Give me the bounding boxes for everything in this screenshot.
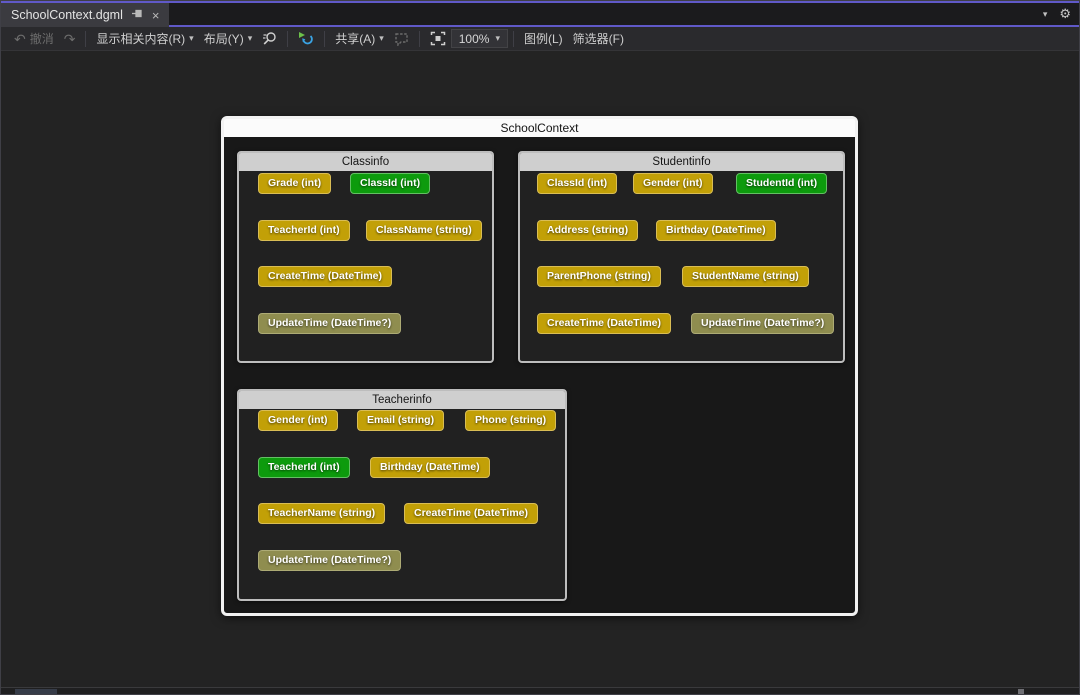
zoom-level-combobox[interactable]: 100% ▾ bbox=[451, 29, 508, 48]
node[interactable]: UpdateTime (DateTime?) bbox=[258, 313, 401, 334]
redo-icon: ↷ bbox=[64, 32, 76, 46]
node[interactable]: UpdateTime (DateTime?) bbox=[691, 313, 834, 334]
fit-to-screen-icon bbox=[430, 31, 446, 46]
chevron-down-icon: ▾ bbox=[495, 33, 500, 44]
node[interactable]: TeacherId (int) bbox=[258, 220, 350, 241]
tab-title: SchoolContext.dgml bbox=[11, 8, 123, 22]
toolbar-separator bbox=[324, 31, 325, 47]
group-title[interactable]: Studentinfo bbox=[520, 153, 843, 173]
node[interactable]: Phone (string) bbox=[465, 410, 556, 431]
tab-schoolcontext-dgml[interactable]: SchoolContext.dgml × bbox=[1, 3, 169, 27]
show-related-label: 显示相关内容(R) bbox=[96, 30, 185, 47]
toolbar-separator bbox=[419, 31, 420, 47]
toolbar-separator bbox=[85, 31, 86, 47]
diagram-canvas[interactable]: SchoolContext ClassinfoGrade (int) ClassI… bbox=[1, 51, 1079, 688]
chevron-down-icon: ▾ bbox=[248, 33, 253, 44]
toolbar-separator bbox=[513, 31, 514, 47]
diagram-container[interactable]: SchoolContext ClassinfoGrade (int) ClassI… bbox=[221, 116, 858, 616]
filter-label: 筛选器(F) bbox=[573, 30, 624, 47]
node[interactable]: ClassId (int) bbox=[537, 173, 617, 194]
legend-button[interactable]: 图例(L) bbox=[519, 29, 568, 49]
zoom-select-button[interactable] bbox=[257, 29, 282, 49]
node[interactable]: Address (string) bbox=[537, 220, 638, 241]
comment-icon bbox=[394, 32, 409, 46]
comment-button[interactable] bbox=[389, 29, 414, 49]
toolbar-separator bbox=[287, 31, 288, 47]
node[interactable]: CreateTime (DateTime) bbox=[404, 503, 538, 524]
legend-label: 图例(L) bbox=[524, 30, 563, 47]
undo-icon: ↶ bbox=[14, 32, 26, 46]
pin-icon[interactable] bbox=[132, 8, 143, 22]
undo-label: 撤消 bbox=[30, 30, 54, 47]
panel-mini-icon bbox=[1018, 689, 1024, 694]
group-box[interactable]: StudentinfoClassId (int) Gender (int) Stud… bbox=[518, 151, 845, 363]
node[interactable]: TeacherId (int) bbox=[258, 457, 350, 478]
share-dropdown[interactable]: 共享(A) ▾ bbox=[330, 29, 389, 49]
node[interactable]: StudentId (int) bbox=[736, 173, 827, 194]
status-text-remnant bbox=[15, 689, 57, 694]
close-icon[interactable]: × bbox=[152, 9, 160, 22]
redo-button[interactable]: ↷ bbox=[59, 29, 81, 49]
group-title[interactable]: Classinfo bbox=[239, 153, 492, 173]
chevron-down-icon: ▾ bbox=[379, 33, 384, 44]
magnifier-icon bbox=[262, 31, 277, 46]
document-tab-strip: SchoolContext.dgml × ▾ ⚙ bbox=[1, 3, 1079, 27]
node[interactable]: Grade (int) bbox=[258, 173, 331, 194]
node[interactable]: UpdateTime (DateTime?) bbox=[258, 550, 401, 571]
zoom-level-value: 100% bbox=[459, 32, 490, 46]
node[interactable]: Birthday (DateTime) bbox=[656, 220, 776, 241]
undo-button[interactable]: ↶ 撤消 bbox=[9, 29, 59, 49]
refresh-layout-icon bbox=[298, 31, 314, 47]
node[interactable]: CreateTime (DateTime) bbox=[258, 266, 392, 287]
layout-dropdown[interactable]: 布局(Y) ▾ bbox=[199, 29, 258, 49]
tabstrip-right-controls: ▾ ⚙ bbox=[1043, 3, 1071, 25]
group-box[interactable]: TeacherinfoGender (int) Email (string) Pho… bbox=[237, 389, 567, 601]
gear-icon[interactable]: ⚙ bbox=[1059, 6, 1071, 22]
bottom-panel-edge bbox=[1, 688, 1079, 695]
layout-label: 布局(Y) bbox=[204, 30, 244, 47]
fit-to-screen-button[interactable] bbox=[425, 29, 451, 49]
dgml-toolbar: ↶ 撤消 ↷ 显示相关内容(R) ▾ 布局(Y) ▾ bbox=[1, 27, 1079, 51]
filter-button[interactable]: 筛选器(F) bbox=[568, 29, 629, 49]
node[interactable]: ClassId (int) bbox=[350, 173, 430, 194]
group-box[interactable]: ClassinfoGrade (int) ClassId (int) Teacher… bbox=[237, 151, 494, 363]
node[interactable]: Gender (int) bbox=[258, 410, 338, 431]
node[interactable]: TeacherName (string) bbox=[258, 503, 385, 524]
node[interactable]: StudentName (string) bbox=[682, 266, 809, 287]
container-title[interactable]: SchoolContext bbox=[224, 119, 855, 139]
node[interactable]: Gender (int) bbox=[633, 173, 713, 194]
node[interactable]: Email (string) bbox=[357, 410, 444, 431]
chevron-down-icon: ▾ bbox=[189, 33, 194, 44]
relayout-refresh-button[interactable] bbox=[293, 29, 319, 49]
node[interactable]: ClassName (string) bbox=[366, 220, 482, 241]
group-title[interactable]: Teacherinfo bbox=[239, 391, 565, 411]
show-related-dropdown[interactable]: 显示相关内容(R) ▾ bbox=[91, 29, 198, 49]
node[interactable]: Birthday (DateTime) bbox=[370, 457, 490, 478]
share-label: 共享(A) bbox=[335, 30, 375, 47]
node[interactable]: ParentPhone (string) bbox=[537, 266, 661, 287]
tab-overflow-chevron-down-icon[interactable]: ▾ bbox=[1043, 9, 1048, 20]
node[interactable]: CreateTime (DateTime) bbox=[537, 313, 671, 334]
vs-dgml-window: SchoolContext.dgml × ▾ ⚙ ↶ 撤消 ↷ 显示相关内容(R… bbox=[0, 0, 1080, 695]
